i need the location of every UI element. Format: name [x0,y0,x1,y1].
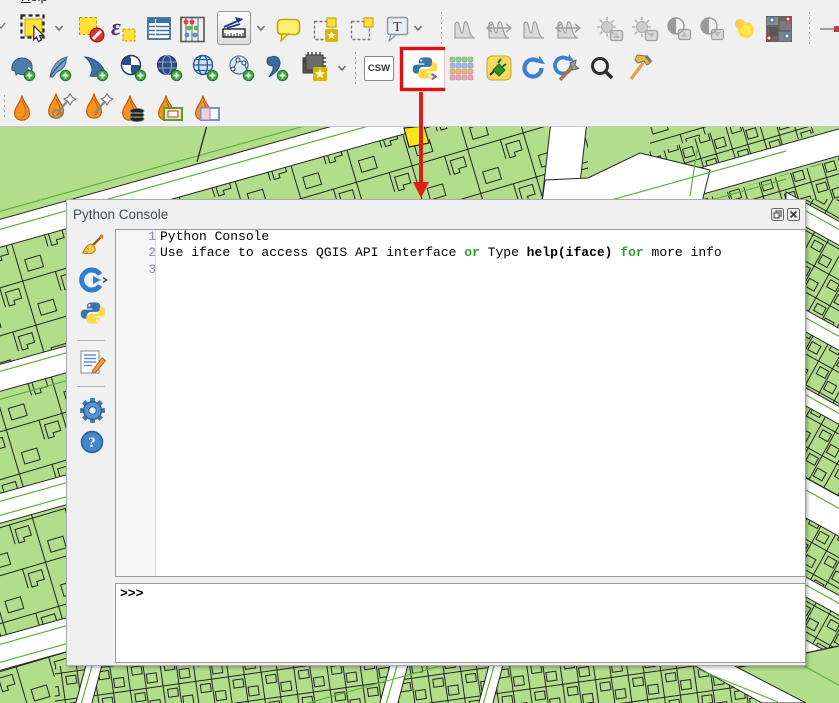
svg-text:?: ? [88,435,96,451]
svg-text:ε: ε [111,16,121,41]
svg-text:T: T [393,20,402,35]
